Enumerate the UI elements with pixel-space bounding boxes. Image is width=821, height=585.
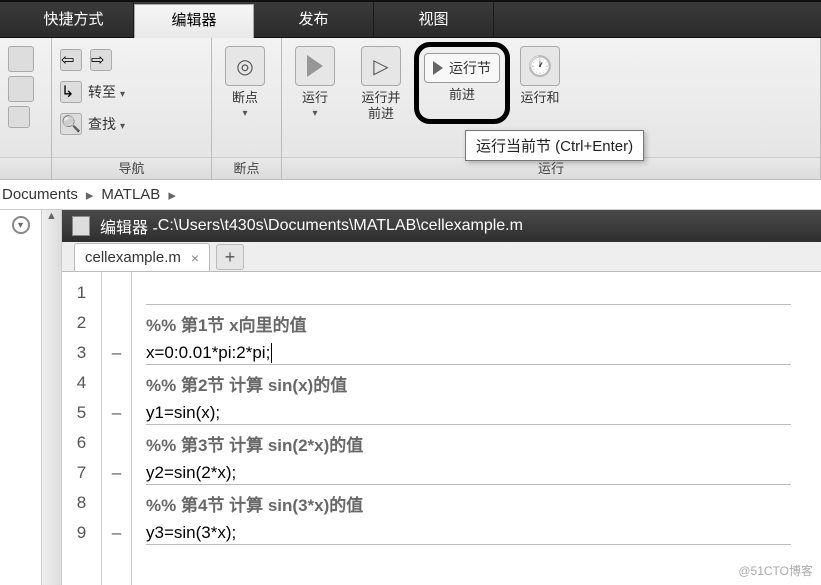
breadcrumb: Documents ▸ MATLAB ▸ — [0, 180, 821, 210]
quick-icon-3[interactable] — [8, 106, 30, 128]
close-tab-icon[interactable]: × — [191, 250, 199, 266]
editor-title-prefix: 编辑器 - — [100, 214, 158, 238]
editor-title-path: C:\Users\t430s\Documents\MATLAB\cellexam… — [158, 217, 523, 235]
run-button[interactable]: 运行 ▾ — [282, 38, 348, 157]
run-and-label: 运行和 — [520, 90, 559, 106]
ribbon-body: ⇦ ⇨ ↳ 转至 🔍 查找 导航 ◎ 断点 ▾ 断点 — [0, 38, 821, 180]
left-scroll[interactable]: ▲ — [42, 210, 62, 585]
editor-title: 编辑器 - C:\Users\t430s\Documents\MATLAB\ce… — [62, 210, 821, 242]
run-section-label: 运行节 — [449, 58, 491, 78]
ribbon-tabs: 快捷方式 编辑器 发布 视图 — [0, 2, 821, 38]
nav-group-label: 导航 — [52, 157, 211, 179]
nav-fwd-icon: ⇨ — [90, 49, 112, 71]
play-icon — [295, 46, 335, 86]
tab-shortcut[interactable]: 快捷方式 — [14, 2, 134, 37]
quick-icon-2[interactable] — [8, 76, 34, 102]
find-icon: 🔍 — [60, 113, 82, 135]
watermark: @51CTO博客 — [738, 562, 813, 579]
code-area[interactable]: 123456789 –––– %% 第1节 x向里的值 x=0:0.01*pi:… — [62, 272, 821, 585]
run-advance-button[interactable]: ▷ 运行并 前进 — [348, 38, 414, 157]
tab-editor[interactable]: 编辑器 — [134, 4, 254, 38]
code-line: %% 第1节 x向里的值 — [146, 308, 821, 338]
run-section-icon: 运行节 — [424, 53, 500, 83]
clock-icon: 🕐 — [520, 46, 560, 86]
find-button[interactable]: 🔍 查找 — [56, 108, 207, 140]
tab-view[interactable]: 视图 — [374, 2, 494, 37]
chevron-right-icon: ▸ — [86, 186, 94, 204]
goto-icon: ↳ — [60, 81, 82, 103]
file-tabs: cellexample.m × + — [62, 242, 821, 272]
chevron-down-icon: ▾ — [242, 108, 247, 119]
code-lines[interactable]: %% 第1节 x向里的值 x=0:0.01*pi:2*pi; %% 第2节 计算… — [132, 272, 821, 585]
find-label: 查找 — [88, 114, 125, 134]
tab-publish[interactable]: 发布 — [254, 2, 374, 37]
code-line: %% 第2节 计算 sin(x)的值 — [146, 368, 821, 398]
file-tab-label: cellexample.m — [85, 249, 181, 266]
chevron-down-icon: ▾ — [312, 108, 317, 119]
file-tab-cellexample[interactable]: cellexample.m × — [74, 243, 210, 271]
nav-back-forward[interactable]: ⇦ ⇨ — [56, 44, 207, 76]
tooltip: 运行当前节 (Ctrl+Enter) — [465, 130, 644, 161]
quick-icon-1[interactable] — [8, 46, 34, 72]
code-line: %% 第4节 计算 sin(3*x)的值 — [146, 488, 821, 518]
left-gutter: ▾ — [0, 210, 42, 585]
run-advance-label: 运行并 前进 — [361, 90, 400, 122]
run-label: 运行 — [302, 90, 328, 106]
breadcrumb-seg-matlab[interactable]: MATLAB — [101, 186, 160, 203]
editor-area: ▾ ▲ 编辑器 - C:\Users\t430s\Documents\MATLA… — [0, 210, 821, 585]
line-numbers: 123456789 — [62, 272, 102, 585]
goto-label: 转至 — [88, 82, 125, 102]
breadcrumb-seg-documents[interactable]: Documents — [2, 186, 78, 203]
breakpoint-gutter[interactable]: –––– — [102, 272, 132, 585]
new-tab-button[interactable]: + — [216, 244, 244, 270]
chevron-right-icon: ▸ — [168, 186, 176, 204]
nav-back-icon: ⇦ — [60, 49, 82, 71]
breakpoints-label: 断点 — [232, 90, 258, 106]
run-advance-icon: ▷ — [361, 46, 401, 86]
code-line: %% 第3节 计算 sin(2*x)的值 — [146, 428, 821, 458]
goto-button[interactable]: ↳ 转至 — [56, 76, 207, 108]
breakpoints-icon: ◎ — [225, 46, 265, 86]
advance-label: 前进 — [449, 87, 475, 103]
breakpoints-group-label: 断点 — [212, 157, 281, 179]
run-section-button[interactable]: 运行节 前进 — [414, 42, 510, 124]
minimize-panel-icon[interactable]: ▾ — [12, 216, 30, 234]
document-icon — [72, 216, 90, 236]
breakpoints-button[interactable]: ◎ 断点 ▾ — [212, 38, 278, 157]
